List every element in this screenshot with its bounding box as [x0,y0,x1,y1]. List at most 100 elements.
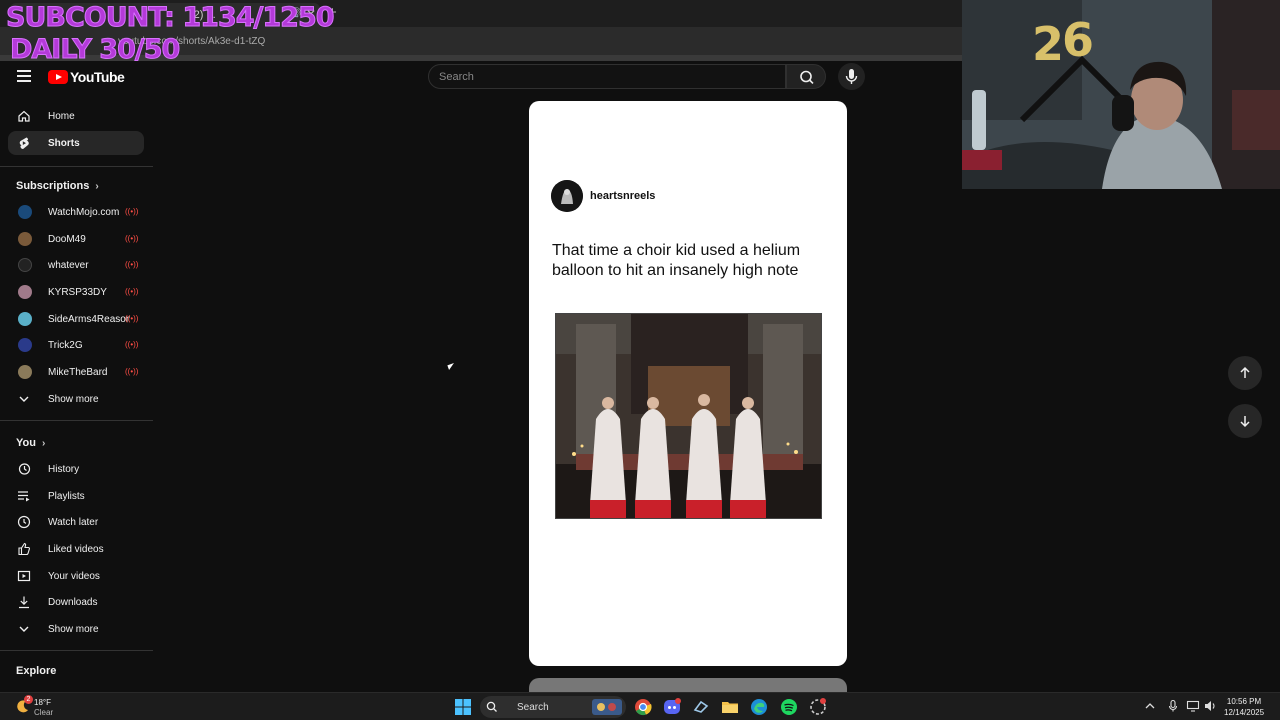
sidebar-item-label: Liked videos [48,543,104,555]
search-icon [486,701,497,712]
steam-icon[interactable] [692,698,710,716]
system-clock[interactable]: 10:56 PM 12/14/2025 [1224,696,1264,718]
search-input[interactable] [439,71,769,83]
search-button[interactable] [786,64,826,89]
your-videos-icon [16,568,32,584]
you-show-more[interactable]: Show more [8,617,144,641]
channel-name: WatchMojo.com [48,206,120,218]
spotify-icon[interactable] [780,698,798,716]
choir-video-image [556,314,821,518]
divider [0,420,153,421]
video-frame[interactable] [555,313,822,519]
next-short-button[interactable] [1228,404,1262,438]
screen: (2) ... 🔊 ✕ + youtube.com/shorts/Ak3e-d1… [0,0,1280,720]
subscriptions-label: Subscriptions [16,180,90,192]
sidebar-item-playlists[interactable]: Playlists [8,484,144,508]
shorts-icon [16,135,32,151]
sidebar: Home Shorts Subscriptions › WatchMojo.co… [0,102,153,692]
windows-start-icon[interactable] [454,698,472,716]
subscriptions-header[interactable]: Subscriptions › [16,180,99,192]
search-box[interactable] [428,64,786,89]
avatar [18,365,32,379]
live-icon: ((•)) [125,314,139,323]
live-icon: ((•)) [125,287,139,296]
arrow-up-icon [1240,366,1250,378]
svg-text:6: 6 [1062,13,1094,67]
subscription-item[interactable]: MikeTheBard ((•)) [8,361,144,383]
avatar [18,285,32,299]
sidebar-item-label: Downloads [48,596,98,608]
chevron-down-icon [16,391,32,407]
chrome-icon[interactable] [634,698,652,716]
live-icon: ((•)) [125,234,139,243]
channel-avatar[interactable] [551,180,583,212]
microphone-icon[interactable] [1166,699,1184,717]
edge-icon[interactable] [750,698,768,716]
search-icon [800,70,814,84]
voice-search-button[interactable] [838,63,865,90]
next-short-preview[interactable] [529,678,847,692]
sidebar-item-your-videos[interactable]: Your videos [8,564,144,588]
liked-icon [16,541,32,557]
app-icon[interactable] [809,698,827,716]
you-header[interactable]: You › [16,437,45,449]
sidebar-item-downloads[interactable]: Downloads [8,590,144,614]
subscription-item[interactable]: Trick2G ((•)) [8,334,144,356]
show-more-label: Show more [48,623,99,635]
previous-short-button[interactable] [1228,356,1262,390]
sidebar-item-home[interactable]: Home [8,104,144,128]
sidebar-item-watch-later[interactable]: Watch later [8,510,144,534]
weather-badge: 2 [24,695,33,704]
subscription-item[interactable]: KYRSP33DY ((•)) [8,281,144,303]
chevron-right-icon: › [95,180,99,192]
subscription-item[interactable]: WatchMojo.com ((•)) [8,201,144,223]
youtube-play-icon [48,70,68,84]
subscription-item[interactable]: DooM49 ((•)) [8,228,144,250]
discord-icon[interactable] [663,698,681,716]
svg-text:2: 2 [1032,17,1064,71]
explore-header: Explore [16,665,56,677]
you-label: You [16,437,36,449]
history-icon [16,461,32,477]
chevron-up-icon[interactable] [1143,699,1161,717]
channel-name: DooM49 [48,233,86,245]
subscription-item[interactable]: whatever ((•)) [8,254,144,276]
sidebar-item-label: Home [48,110,75,122]
webcam-image: 2 6 [962,0,1280,189]
avatar [18,312,32,326]
volume-icon[interactable] [1203,699,1221,717]
subscriptions-show-more[interactable]: Show more [8,387,144,411]
channel-name[interactable]: heartsnreels [590,190,655,202]
show-more-label: Show more [48,393,99,405]
sidebar-item-shorts[interactable]: Shorts [8,131,144,155]
channel-name: whatever [48,259,89,271]
sidebar-item-label: Shorts [48,137,80,149]
sidebar-item-label: Playlists [48,490,85,502]
sidebar-item-history[interactable]: History [8,457,144,481]
live-icon: ((•)) [125,367,139,376]
youtube-logo[interactable]: YouTube [48,69,125,85]
live-icon: ((•)) [125,340,139,349]
display-icon[interactable] [1186,699,1204,717]
channel-name: SideArms4Reason [48,313,130,325]
subscription-item[interactable]: SideArms4Reason ((•)) [8,308,144,330]
avatar [18,258,32,272]
search-highlight-icon [592,699,622,715]
taskbar: 2 18°F Clear Search 10:56 PM 12/14/2025 [0,692,1280,720]
sidebar-item-liked-videos[interactable]: Liked videos [8,537,144,561]
youtube-wordmark: YouTube [70,69,125,85]
clock-date: 12/14/2025 [1224,708,1265,717]
taskbar-search-label: Search [517,702,549,713]
divider [0,166,153,167]
mouse-cursor [447,362,456,371]
channel-name: Trick2G [48,339,83,351]
subcount-overlay: SUBCOUNT: 1134/1250 [6,2,336,34]
menu-icon[interactable] [17,70,31,82]
arrow-down-icon [1240,416,1250,428]
file-explorer-icon[interactable] [721,698,739,716]
taskbar-search[interactable]: Search [480,696,626,718]
channel-name: MikeTheBard [48,366,108,378]
mic-icon [845,69,858,84]
explore-label: Explore [16,665,57,677]
short-player[interactable]: heartsnreels That time a choir kid used … [529,101,847,666]
